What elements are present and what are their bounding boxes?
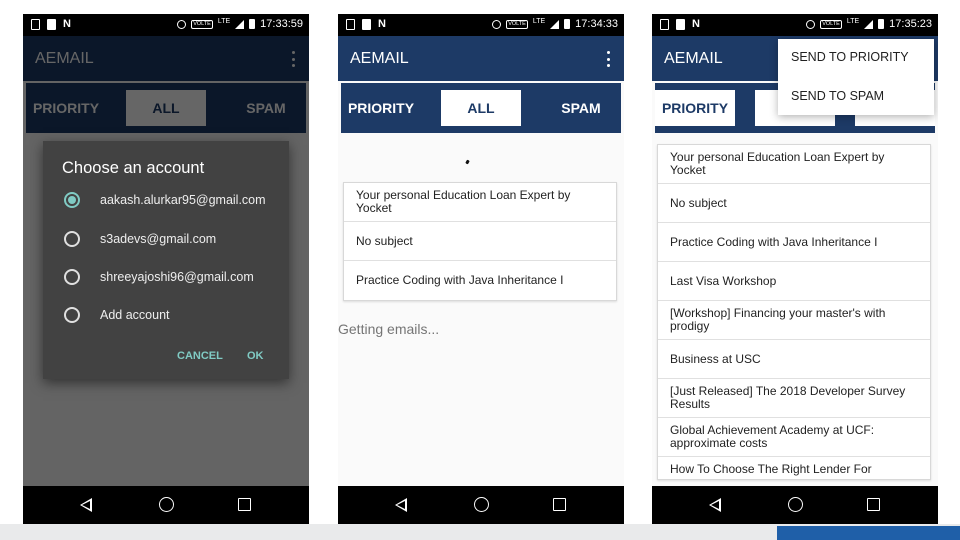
back-icon[interactable] xyxy=(395,498,407,512)
home-icon[interactable] xyxy=(788,497,803,512)
alarm-icon xyxy=(806,19,816,29)
image-notification-icon xyxy=(676,19,685,30)
send-to-spam-menu-item[interactable]: SEND TO SPAM xyxy=(791,89,884,103)
app-title: AEMAIL xyxy=(664,50,723,67)
account-label: shreeyajoshi96@gmail.com xyxy=(100,270,254,284)
navigation-bar xyxy=(652,486,938,524)
back-icon[interactable] xyxy=(80,498,92,512)
email-item[interactable]: [Workshop] Financing your master's with … xyxy=(658,301,930,340)
status-bar: N VOLTE LTE 17:34:33 xyxy=(338,14,624,36)
volte-icon: VOLTE xyxy=(820,19,842,29)
cancel-button[interactable]: CANCEL xyxy=(177,350,223,362)
home-icon[interactable] xyxy=(474,497,489,512)
signal-icon xyxy=(864,19,874,29)
sim-icon xyxy=(346,19,355,30)
account-label: s3adevs@gmail.com xyxy=(100,232,217,246)
image-notification-icon xyxy=(362,19,371,30)
phone-screen-loading: N VOLTE LTE 17:34:33 AEMAIL PRIORITY ALL S… xyxy=(338,14,624,524)
status-bar: N VOLTE LTE 17:35:23 xyxy=(652,14,938,36)
app-bar: AEMAIL xyxy=(338,36,624,81)
nfc-icon: N xyxy=(378,18,386,30)
dialog-title: Choose an account xyxy=(62,159,205,177)
email-item[interactable]: Global Achievement Academy at UCF: appro… xyxy=(658,418,930,457)
volte-icon: VOLTE xyxy=(506,19,528,29)
account-option[interactable]: s3adevs@gmail.com xyxy=(43,220,289,258)
recents-icon[interactable] xyxy=(553,498,566,511)
email-item[interactable]: Business at USC xyxy=(658,340,930,379)
email-item[interactable]: [Just Released] The 2018 Developer Surve… xyxy=(658,379,930,418)
nfc-icon: N xyxy=(692,18,700,30)
overflow-menu-icon[interactable] xyxy=(606,51,610,67)
radio-unchecked-icon[interactable] xyxy=(64,269,80,285)
radio-checked-icon[interactable] xyxy=(64,192,80,208)
navigation-bar xyxy=(23,486,309,524)
email-item[interactable]: Your personal Education Loan Expert by Y… xyxy=(658,145,930,184)
account-option[interactable]: shreeyajoshi96@gmail.com xyxy=(43,258,289,296)
email-item[interactable]: Your personal Education Loan Expert by Y… xyxy=(344,183,616,222)
status-time: 17:34:33 xyxy=(575,18,618,30)
battery-icon xyxy=(249,19,256,29)
tab-all[interactable]: ALL xyxy=(441,90,521,126)
email-item[interactable]: Last Visa Workshop xyxy=(658,262,930,301)
radio-unchecked-icon[interactable] xyxy=(64,307,80,323)
email-item[interactable]: Practice Coding with Java Inheritance I xyxy=(658,223,930,262)
lte-icon: LTE xyxy=(846,18,860,25)
radio-unchecked-icon[interactable] xyxy=(64,231,80,247)
email-list: Your personal Education Loan Expert by Y… xyxy=(343,182,617,301)
tab-priority[interactable]: PRIORITY xyxy=(341,90,421,126)
status-bar: N VOLTE LTE 17:33:59 xyxy=(23,14,309,36)
sim-icon xyxy=(31,19,40,30)
loading-spinner-icon xyxy=(465,159,470,165)
nfc-icon: N xyxy=(63,18,71,30)
account-label: aakash.alurkar95@gmail.com xyxy=(100,193,266,207)
account-option[interactable]: aakash.alurkar95@gmail.com xyxy=(43,181,289,219)
battery-icon xyxy=(564,19,571,29)
sim-icon xyxy=(660,19,669,30)
alarm-icon xyxy=(177,19,187,29)
email-item[interactable]: No subject xyxy=(658,184,930,223)
recents-icon[interactable] xyxy=(867,498,880,511)
alarm-icon xyxy=(492,19,502,29)
app-title: AEMAIL xyxy=(350,50,409,67)
navigation-bar xyxy=(338,486,624,524)
tab-bar: PRIORITY ALL SPAM xyxy=(341,83,621,133)
overflow-popup-menu: SEND TO PRIORITY SEND TO SPAM xyxy=(778,39,934,115)
image-notification-icon xyxy=(47,19,56,30)
status-time: 17:33:59 xyxy=(260,18,303,30)
choose-account-dialog: Choose an account aakash.alurkar95@gmail… xyxy=(43,141,289,379)
home-icon[interactable] xyxy=(159,497,174,512)
email-item[interactable]: No subject xyxy=(344,222,616,261)
email-list: Your personal Education Loan Expert by Y… xyxy=(657,144,931,480)
lte-icon: LTE xyxy=(217,18,231,25)
phone-screen-email-menu: N VOLTE LTE 17:35:23 AEMAIL PRIORITY Your … xyxy=(652,14,938,524)
battery-icon xyxy=(878,19,885,29)
add-account-option[interactable]: Add account xyxy=(43,296,289,334)
email-item[interactable]: Practice Coding with Java Inheritance I xyxy=(344,261,616,300)
loading-text: Getting emails... xyxy=(338,321,440,337)
recents-icon[interactable] xyxy=(238,498,251,511)
email-item[interactable]: How To Choose The Right Lender For xyxy=(658,457,930,479)
add-account-label: Add account xyxy=(100,308,170,322)
lte-icon: LTE xyxy=(532,18,546,25)
phone-screen-account-chooser: N VOLTELTE17:33:59 AEMAIL PRIORITY ALL S… xyxy=(23,14,309,524)
slide-footer-accent xyxy=(777,526,960,540)
tab-spam[interactable]: SPAM xyxy=(541,90,621,126)
signal-icon xyxy=(235,19,245,29)
ok-button[interactable]: OK xyxy=(247,350,264,362)
back-icon[interactable] xyxy=(709,498,721,512)
tab-priority[interactable]: PRIORITY xyxy=(655,90,735,126)
send-to-priority-menu-item[interactable]: SEND TO PRIORITY xyxy=(791,50,909,64)
signal-icon xyxy=(550,19,560,29)
status-time: 17:35:23 xyxy=(889,18,932,30)
volte-icon: VOLTE xyxy=(191,19,213,29)
